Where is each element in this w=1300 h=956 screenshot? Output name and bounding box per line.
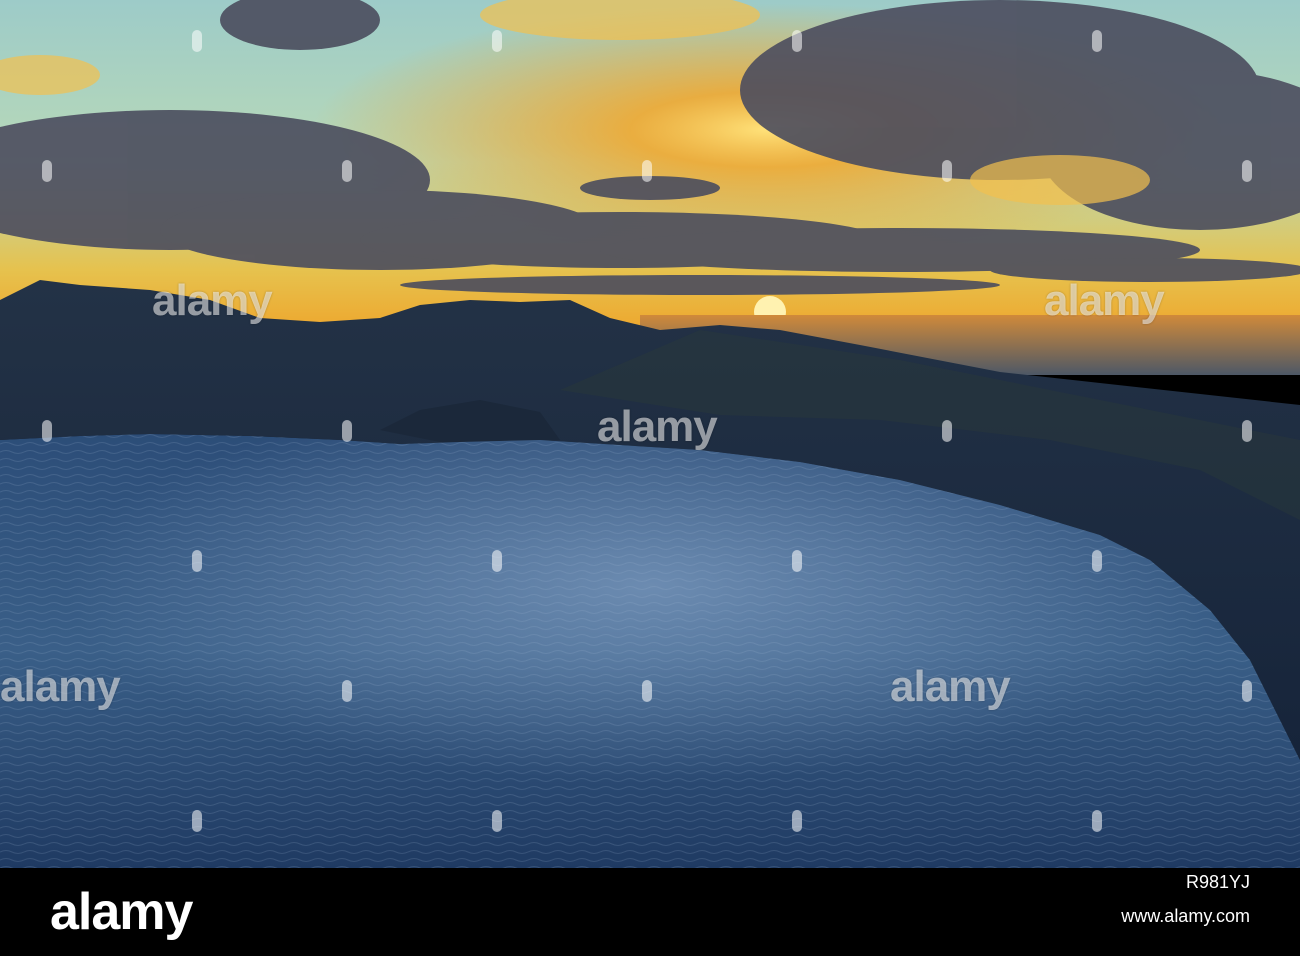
watermark-mark — [1242, 420, 1252, 442]
watermark-mark — [192, 550, 202, 572]
watermark-mark — [792, 810, 802, 832]
watermark-mark — [942, 160, 952, 182]
watermark-mark — [492, 550, 502, 572]
watermark-mark — [342, 160, 352, 182]
alamy-logo: alamy — [50, 883, 193, 941]
watermark-mark — [1242, 160, 1252, 182]
watermark-text: alamy — [0, 662, 121, 711]
watermark-mark — [192, 30, 202, 52]
landscape-photo: alamy alamy alamy alamy alamy — [0, 0, 1300, 868]
watermark-text: alamy — [152, 276, 273, 325]
watermark-mark — [342, 420, 352, 442]
watermark-mark — [42, 160, 52, 182]
watermark-mark — [792, 550, 802, 572]
site-url: www.alamy.com — [1121, 906, 1250, 926]
watermark-text: alamy — [597, 402, 718, 451]
watermark-mark — [642, 680, 652, 702]
stock-footer-bar: alamy R981YJ www.alamy.com — [0, 868, 1300, 956]
watermark-mark — [942, 420, 952, 442]
watermark-mark — [192, 810, 202, 832]
watermark-mark — [792, 30, 802, 52]
watermark-mark — [492, 30, 502, 52]
watermark-text: alamy — [890, 662, 1011, 711]
watermark-mark — [342, 680, 352, 702]
watermark-mark — [492, 810, 502, 832]
watermark-mark — [1092, 810, 1102, 832]
watermark-mark — [42, 420, 52, 442]
watermark-mark — [1242, 680, 1252, 702]
watermark-mark — [1092, 30, 1102, 52]
watermark-text: alamy — [1044, 276, 1165, 325]
image-id: R981YJ — [1185, 872, 1250, 892]
watermark-mark — [1092, 550, 1102, 572]
watermark-mark — [642, 160, 652, 182]
